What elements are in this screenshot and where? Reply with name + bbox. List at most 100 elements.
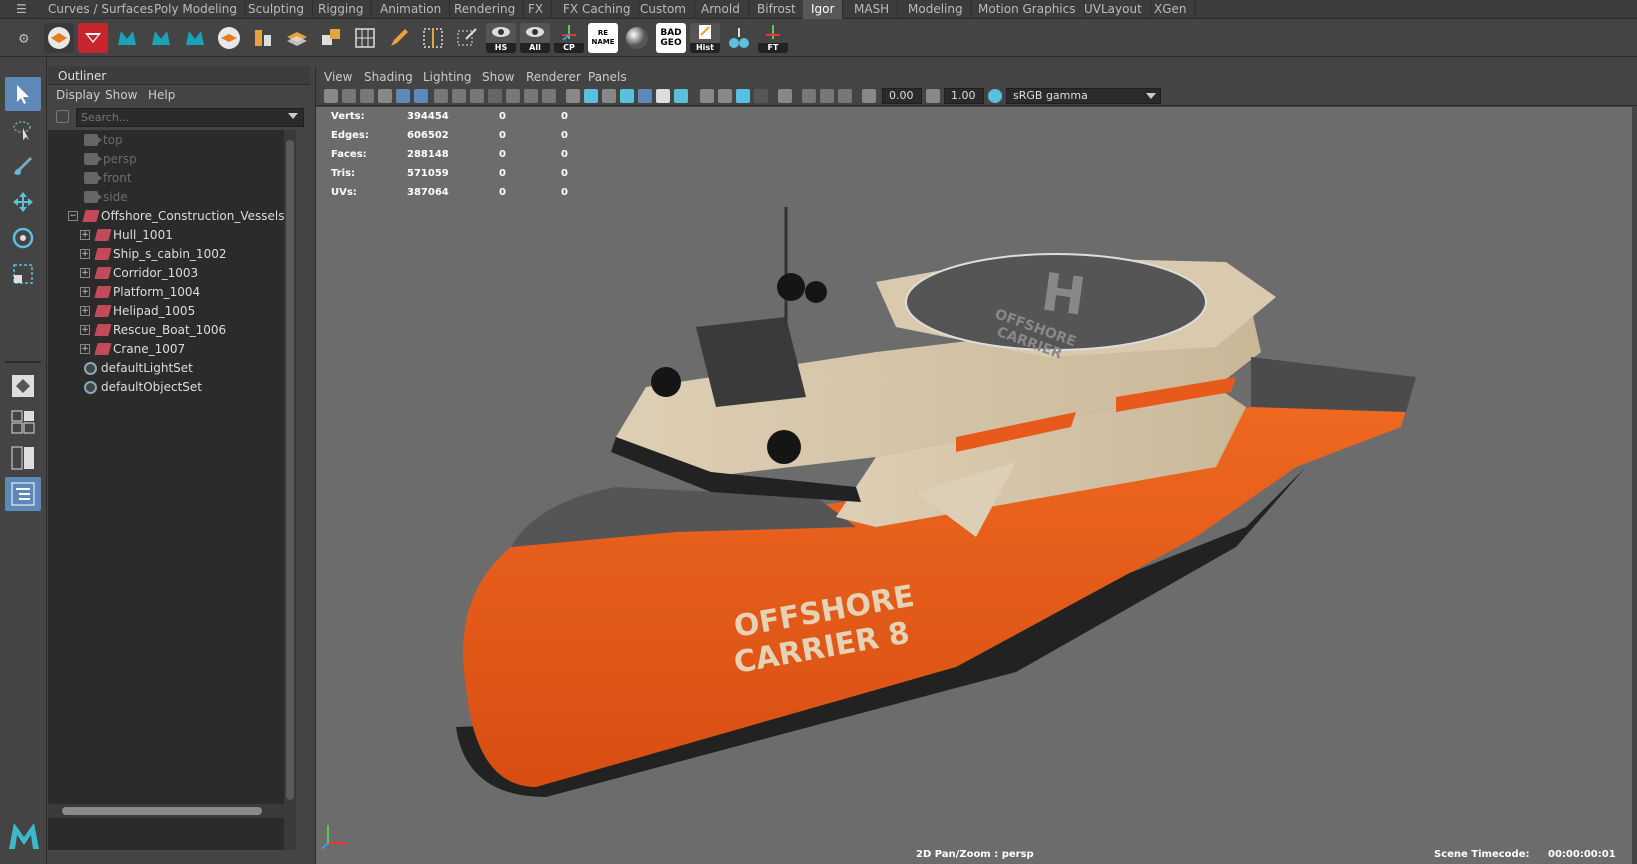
outliner-item-hull[interactable]: + Hull_1001 xyxy=(48,225,296,245)
expand-icon[interactable]: + xyxy=(80,230,90,240)
shelf-tab-fx[interactable]: FX xyxy=(520,0,553,19)
outliner-menu-help[interactable]: Help xyxy=(148,88,175,102)
shelf-maya-binary-icon[interactable] xyxy=(146,23,176,53)
3d-viewport[interactable]: H OFFSHORE CARRIER OFFSHORE CARRIER 8 Ve… xyxy=(316,107,1637,864)
outliner-vertical-scrollbar[interactable] xyxy=(284,130,296,850)
shelf-combine-icon[interactable] xyxy=(316,23,346,53)
shelf-pivot-icon[interactable] xyxy=(724,23,754,53)
film-gate-icon[interactable] xyxy=(452,89,466,103)
select-tool-arrow-icon[interactable] xyxy=(5,77,41,111)
outliner-camera-side[interactable]: side xyxy=(48,187,296,207)
exposure-icon[interactable] xyxy=(862,89,876,103)
depth-of-field-icon[interactable] xyxy=(754,89,768,103)
viewport-menu-shading[interactable]: Shading xyxy=(364,70,413,84)
outliner-horizontal-scrollbar[interactable] xyxy=(48,804,284,818)
default-material-icon[interactable] xyxy=(602,89,616,103)
select-camera-icon[interactable] xyxy=(324,89,338,103)
outliner-root-group[interactable]: − Offshore_Construction_Vessels_OCV xyxy=(48,206,296,226)
outliner-menu-show[interactable]: Show xyxy=(105,88,137,102)
shelf-maya-export-icon[interactable] xyxy=(180,23,210,53)
outliner-camera-front[interactable]: front xyxy=(48,168,296,188)
outliner-search-dropdown-icon[interactable] xyxy=(288,113,298,119)
color-management-icon[interactable] xyxy=(988,89,1002,103)
shelf-rename-button[interactable]: RE NAME xyxy=(588,23,618,53)
outliner-item-rescue-boat[interactable]: + Rescue_Boat_1006 xyxy=(48,320,296,340)
outliner-camera-top[interactable]: top xyxy=(48,130,296,150)
expand-icon[interactable]: + xyxy=(80,306,90,316)
outliner-set-default-light[interactable]: defaultLightSet xyxy=(48,358,296,378)
view-transform-dropdown[interactable]: sRGB gamma xyxy=(1006,88,1161,104)
shelf-tab-sculpting[interactable]: Sculpting xyxy=(240,0,314,19)
scrollbar-thumb[interactable] xyxy=(62,807,262,815)
shelf-tab-mash[interactable]: MASH xyxy=(846,0,899,19)
outliner-layout-icon[interactable] xyxy=(5,477,41,511)
xray-joints-icon[interactable] xyxy=(838,89,852,103)
shadows-icon[interactable] xyxy=(674,89,688,103)
shelf-tab-rendering[interactable]: Rendering xyxy=(446,0,525,19)
wireframe-icon[interactable] xyxy=(566,89,580,103)
shelf-pencil-icon[interactable] xyxy=(384,23,414,53)
safe-action-icon[interactable] xyxy=(524,89,538,103)
viewport-menu-show[interactable]: Show xyxy=(482,70,514,84)
shelf-cut-icon[interactable] xyxy=(452,23,482,53)
shelf-tab-motion-graphics[interactable]: Motion Graphics xyxy=(970,0,1085,19)
outliner-item-helipad[interactable]: + Helipad_1005 xyxy=(48,301,296,321)
rotate-tool-icon[interactable] xyxy=(5,221,41,255)
viewport-menu-lighting[interactable]: Lighting xyxy=(423,70,472,84)
bookmarks-icon[interactable] xyxy=(360,89,374,103)
scrollbar-thumb[interactable] xyxy=(286,140,294,800)
shelf-bars-icon[interactable] xyxy=(248,23,278,53)
outliner-item-ship-cabin[interactable]: + Ship_s_cabin_1002 xyxy=(48,244,296,264)
paint-select-tool-icon[interactable] xyxy=(5,149,41,183)
viewport-menu-view[interactable]: View xyxy=(324,70,352,84)
shelf-tab-igor[interactable]: Igor xyxy=(803,0,844,19)
shelf-material-sphere-icon[interactable] xyxy=(622,23,652,53)
outliner-item-corridor[interactable]: + Corridor_1003 xyxy=(48,263,296,283)
outliner-camera-persp[interactable]: persp xyxy=(48,149,296,169)
anti-aliasing-icon[interactable] xyxy=(736,89,750,103)
shelf-maya-ascii-icon[interactable] xyxy=(112,23,142,53)
motion-blur-icon[interactable] xyxy=(718,89,732,103)
textured-icon[interactable] xyxy=(638,89,652,103)
expand-icon[interactable]: + xyxy=(80,268,90,278)
shelf-hs-button[interactable]: HS xyxy=(486,23,516,53)
screen-space-ao-icon[interactable] xyxy=(700,89,714,103)
use-all-lights-icon[interactable] xyxy=(656,89,670,103)
shelf-grid-icon[interactable] xyxy=(350,23,380,53)
collapse-icon[interactable]: − xyxy=(68,211,78,221)
resolution-gate-icon[interactable] xyxy=(470,89,484,103)
field-chart-icon[interactable] xyxy=(506,89,520,103)
viewport-menu-renderer[interactable]: Renderer xyxy=(526,70,581,84)
shelf-box-icon[interactable] xyxy=(44,23,74,53)
shelf-tab-curves-surfaces[interactable]: Curves / Surfaces xyxy=(40,0,163,19)
shelf-split-icon[interactable] xyxy=(418,23,448,53)
outliner-menu-display[interactable]: Display xyxy=(56,88,100,102)
image-plane-icon[interactable] xyxy=(378,89,392,103)
grease-pencil-icon[interactable] xyxy=(414,89,428,103)
2d-pan-zoom-icon[interactable] xyxy=(396,89,410,103)
isolate-select-icon[interactable] xyxy=(778,89,792,103)
shelf-tab-bifrost[interactable]: Bifrost xyxy=(749,0,805,19)
gamma-field[interactable]: 1.00 xyxy=(944,88,984,104)
shelf-tab-modeling[interactable]: Modeling xyxy=(900,0,972,19)
outliner-item-crane[interactable]: + Crane_1007 xyxy=(48,339,296,359)
shelf-tab-xgen[interactable]: XGen xyxy=(1146,0,1196,19)
shelf-tab-poly-modeling[interactable]: Poly Modeling xyxy=(146,0,246,19)
expand-icon[interactable]: + xyxy=(80,325,90,335)
xray-active-components-icon[interactable] xyxy=(820,89,834,103)
scale-tool-icon[interactable] xyxy=(5,257,41,291)
outliner-filter-icon[interactable] xyxy=(56,110,69,123)
gate-mask-icon[interactable] xyxy=(488,89,502,103)
viewport-menu-panels[interactable]: Panels xyxy=(588,70,627,84)
lasso-tool-icon[interactable] xyxy=(5,113,41,147)
shelf-menu-icon[interactable]: ☰ xyxy=(16,3,30,15)
shelf-tab-rigging[interactable]: Rigging xyxy=(310,0,373,19)
shelf-all-button[interactable]: All xyxy=(520,23,550,53)
single-pane-layout-icon[interactable] xyxy=(5,369,41,403)
shelf-ft-button[interactable]: FT xyxy=(758,23,788,53)
wireframe-on-shaded-icon[interactable] xyxy=(620,89,634,103)
shelf-tab-animation[interactable]: Animation xyxy=(372,0,451,19)
gamma-icon[interactable] xyxy=(926,89,940,103)
outliner-search-input[interactable] xyxy=(76,108,304,127)
shelf-settings-gear-icon[interactable]: ⚙ xyxy=(18,32,30,47)
